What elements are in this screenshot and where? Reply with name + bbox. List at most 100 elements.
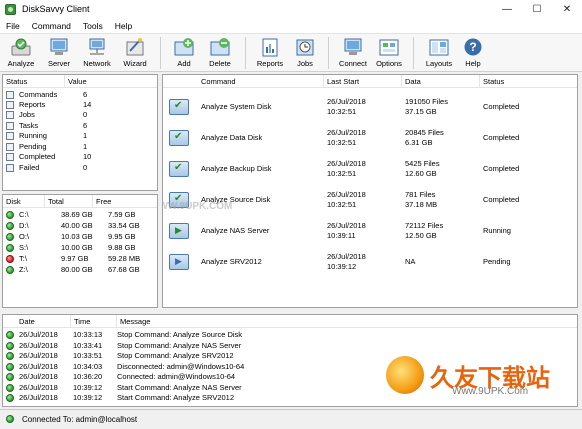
table-row[interactable]: Analyze Backup Disk 26/Jul/2018 10:32:51…	[163, 157, 577, 185]
column-header-time[interactable]: Time	[71, 315, 117, 328]
log-ok-icon	[6, 394, 14, 402]
title-bar: DiskSavvy Client — ☐ ✕	[0, 0, 582, 18]
menu-bar: File Command Tools Help	[0, 18, 582, 34]
log-row[interactable]: 26/Jul/2018 10:33:13 Stop Command: Analy…	[3, 330, 577, 340]
table-row[interactable]: Analyze System Disk 26/Jul/2018 10:32:51…	[163, 95, 577, 123]
network-button[interactable]: Network	[78, 34, 116, 72]
wizard-icon	[124, 37, 146, 57]
table-row[interactable]: Analyze NAS Server 26/Jul/2018 10:39:11 …	[163, 219, 577, 247]
list-item[interactable]: Failed 0	[3, 163, 157, 173]
log-ok-icon	[6, 384, 14, 392]
reports-button[interactable]: Reports	[252, 34, 288, 72]
connect-icon	[342, 37, 364, 57]
table-row[interactable]: Z:\ 80.00 GB 67.68 GB	[3, 265, 157, 276]
list-item[interactable]: Reports 14	[3, 100, 157, 110]
server-icon	[48, 37, 70, 57]
menu-command[interactable]: Command	[26, 21, 77, 31]
app-icon	[5, 3, 16, 15]
table-row[interactable]: D:\ 40.00 GB 33.54 GB	[3, 221, 157, 232]
close-button[interactable]: ✕	[552, 0, 582, 18]
menu-file[interactable]: File	[0, 21, 26, 31]
add-button[interactable]: Add	[167, 34, 201, 72]
log-ok-icon	[6, 331, 14, 339]
table-row[interactable]: C:\ 38.69 GB 7.59 GB	[3, 210, 157, 221]
log-ok-icon	[6, 342, 14, 350]
column-header-date[interactable]: Date	[3, 315, 71, 328]
window-title: DiskSavvy Client	[22, 4, 90, 14]
options-icon	[378, 37, 400, 57]
table-row[interactable]: Analyze Data Disk 26/Jul/2018 10:32:51 2…	[163, 126, 577, 154]
column-header-total[interactable]: Total	[45, 195, 93, 208]
column-header-command[interactable]: Command	[163, 75, 324, 88]
table-row[interactable]: Analyze SRV2012 26/Jul/2018 10:39:12 NA …	[163, 250, 577, 278]
list-item[interactable]: Tasks 6	[3, 121, 157, 131]
running-icon	[6, 132, 14, 140]
log-row[interactable]: 26/Jul/2018 10:33:41 Stop Command: Analy…	[3, 341, 577, 351]
minimize-button[interactable]: —	[492, 0, 522, 18]
delete-icon	[209, 37, 231, 57]
command-completed-icon	[169, 161, 189, 177]
list-item[interactable]: Running 1	[3, 131, 157, 141]
reports-icon	[6, 101, 14, 109]
tasks-icon	[6, 122, 14, 130]
jobs-button[interactable]: Jobs	[288, 34, 322, 72]
layouts-icon	[428, 37, 450, 57]
menu-tools[interactable]: Tools	[77, 21, 109, 31]
disk-panel: Disk Total Free C:\ 38.69 GB 7.59 GB D:\…	[2, 194, 158, 308]
status-bar: Connected To: admin@localhost	[0, 409, 582, 429]
pending-icon	[6, 143, 14, 151]
failed-icon	[6, 164, 14, 172]
commands-icon	[6, 91, 14, 99]
completed-icon	[6, 153, 14, 161]
toolbar-separator	[245, 37, 246, 69]
toolbar-separator	[413, 37, 414, 69]
watermark-logo-subtext: Www.9UPK.Com	[452, 386, 529, 397]
table-row[interactable]: Analyze Source Disk 26/Jul/2018 10:32:51…	[163, 188, 577, 216]
list-item[interactable]: Jobs 0	[3, 110, 157, 120]
svg-text:?: ?	[469, 40, 476, 54]
column-header-status[interactable]: Status	[480, 75, 577, 88]
disk-warning-icon	[6, 255, 14, 263]
connection-status-text: Connected To: admin@localhost	[22, 415, 138, 424]
log-ok-icon	[6, 363, 14, 371]
column-header-last-start[interactable]: Last Start	[324, 75, 402, 88]
disk-ok-icon	[6, 222, 14, 230]
list-item[interactable]: Pending 1	[3, 142, 157, 152]
toolbar-separator	[328, 37, 329, 69]
disk-ok-icon	[6, 266, 14, 274]
list-item[interactable]: Completed 10	[3, 152, 157, 162]
command-completed-icon	[169, 99, 189, 115]
reports-icon	[259, 37, 281, 57]
help-button[interactable]: ? Help	[458, 34, 488, 72]
log-ok-icon	[6, 352, 14, 360]
column-header-disk[interactable]: Disk	[3, 195, 45, 208]
maximize-button[interactable]: ☐	[522, 0, 552, 18]
column-header-value[interactable]: Value	[65, 75, 157, 88]
command-completed-icon	[169, 130, 189, 146]
wizard-button[interactable]: Wizard	[116, 34, 154, 72]
column-header-message[interactable]: Message	[117, 315, 577, 328]
table-row[interactable]: T:\ 9.97 GB 59.28 MB	[3, 254, 157, 265]
disk-ok-icon	[6, 233, 14, 241]
menu-help[interactable]: Help	[109, 21, 138, 31]
column-header-status[interactable]: Status	[3, 75, 65, 88]
network-icon	[86, 37, 108, 57]
command-completed-icon	[169, 192, 189, 208]
options-button[interactable]: Options	[371, 34, 407, 72]
list-item[interactable]: Commands 6	[3, 90, 157, 100]
disk-ok-icon	[6, 211, 14, 219]
column-header-data[interactable]: Data	[402, 75, 480, 88]
add-icon	[173, 37, 195, 57]
table-row[interactable]: O:\ 10.03 GB 9.95 GB	[3, 232, 157, 243]
layouts-button[interactable]: Layouts	[420, 34, 458, 72]
command-running-icon	[169, 223, 189, 239]
table-row[interactable]: S:\ 10.00 GB 9.88 GB	[3, 243, 157, 254]
delete-button[interactable]: Delete	[201, 34, 239, 72]
window-controls: — ☐ ✕	[492, 0, 582, 18]
column-header-free[interactable]: Free	[93, 195, 157, 208]
jobs-icon	[6, 111, 14, 119]
analyze-button[interactable]: Analyze	[2, 34, 40, 72]
server-button[interactable]: Server	[40, 34, 78, 72]
connect-button[interactable]: Connect	[335, 34, 371, 72]
command-pending-icon	[169, 254, 189, 270]
